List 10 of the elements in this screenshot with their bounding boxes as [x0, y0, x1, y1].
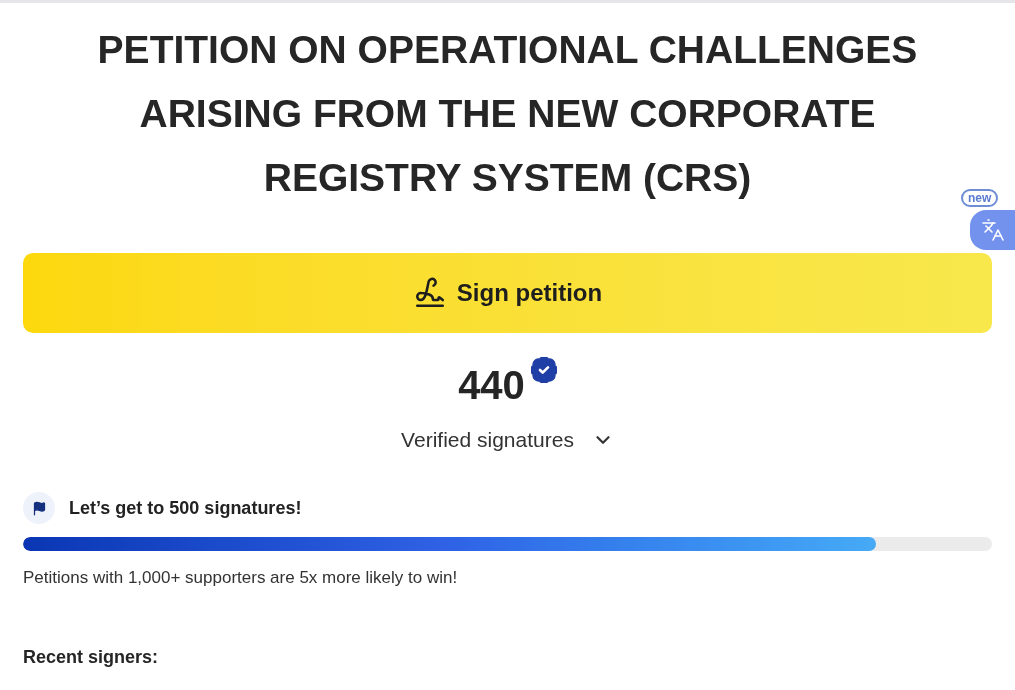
recent-signers-heading: Recent signers:	[23, 646, 160, 669]
sign-petition-button[interactable]: Sign petition	[23, 253, 992, 333]
new-badge: new	[961, 189, 999, 207]
signature-count: 440	[458, 362, 525, 409]
goal-text: Let’s get to 500 signatures!	[69, 497, 302, 520]
flag-icon	[23, 492, 55, 524]
goal-note: Petitions with 1,000+ supporters are 5x more likely to win!	[23, 567, 459, 589]
translate-icon[interactable]	[970, 210, 1015, 250]
verified-signatures-toggle[interactable]: Verified signatures	[401, 425, 614, 455]
verified-badge-icon	[530, 357, 557, 383]
